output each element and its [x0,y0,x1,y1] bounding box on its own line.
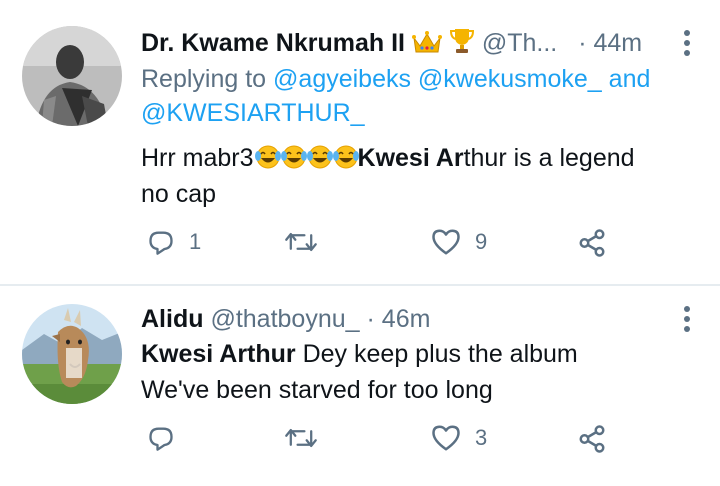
tweet-text-bold: Kwesi Ar [357,144,464,172]
tweet-text-rest: thur is a legend [463,144,635,172]
tweet-text: Kwesi Arthur Dey keep plus the album We'… [141,336,701,408]
reply-button[interactable]: 1 [147,228,201,256]
share-icon [579,229,605,257]
replying-prefix: Replying to [141,65,274,93]
tweet-text: Hrr mabr3 Kwesi Arthur is a legend no cap [141,140,701,212]
replying-to: Replying to @agyeibeks @kwekusmoke_ and … [141,62,701,130]
crown-icon [411,29,449,57]
action-bar: 1 9 [141,228,621,268]
tweet-header: Dr. Kwame Nkrumah II @Th... · 44m [141,26,660,60]
action-bar: 3 [141,424,621,464]
tweet-text-rest: Dey keep plus the album [295,340,578,368]
display-name[interactable]: Alidu [141,305,204,333]
timestamp[interactable]: 46m [382,305,431,333]
face-with-tears-of-joy-icon [332,145,359,169]
face-with-tears-of-joy-icon [254,145,281,169]
face-with-tears-of-joy-icon [280,145,307,169]
retweet-button[interactable] [284,424,332,452]
tweet-2[interactable]: Alidu @thatboynu_ · 46m Kwesi Arthur Dey… [0,286,720,486]
reply-count: 1 [189,229,202,254]
reply-icon [149,231,173,255]
more-icon[interactable] [682,30,692,56]
share-button[interactable] [577,228,607,258]
mention-link[interactable]: @KWESIARTHUR_ [141,99,365,127]
like-icon [432,229,460,255]
share-button[interactable] [577,424,607,454]
like-count: 3 [475,425,488,450]
separator: · [578,29,587,57]
handle[interactable]: @Th... [482,29,557,57]
avatar[interactable] [22,304,122,404]
tweet-header: Alidu @thatboynu_ · 46m [141,302,660,336]
face-with-tears-of-joy-icon [306,145,333,169]
reply-icon [149,427,173,451]
mention-links[interactable]: @agyeibeks @kwekusmoke_ [273,65,602,93]
share-icon [579,425,605,453]
and-word: and [601,65,651,93]
display-name[interactable]: Dr. Kwame Nkrumah II [141,29,405,57]
tweet-text-line2: no cap [141,180,217,208]
emoji-group [254,144,359,172]
handle[interactable]: @thatboynu_ [210,305,359,333]
retweet-icon [285,428,317,448]
more-icon[interactable] [682,306,692,332]
separator: · [366,305,375,333]
trophy-icon [449,29,482,57]
retweet-icon [285,232,317,252]
like-icon [432,425,460,451]
like-button[interactable]: 3 [431,424,487,452]
tweet-text-bold: Kwesi Arthur [141,340,296,368]
timestamp[interactable]: 44m [593,29,642,57]
tweet-text-start: Hrr mabr3 [141,144,254,172]
avatar[interactable] [22,26,122,126]
reply-button[interactable] [147,424,189,452]
tweet-1[interactable]: Dr. Kwame Nkrumah II @Th... · 44m Replyi… [0,0,720,284]
like-button[interactable]: 9 [431,228,487,256]
tweet-text-line2: We've been starved for too long [141,376,493,404]
retweet-button[interactable] [284,228,332,256]
like-count: 9 [475,229,488,254]
